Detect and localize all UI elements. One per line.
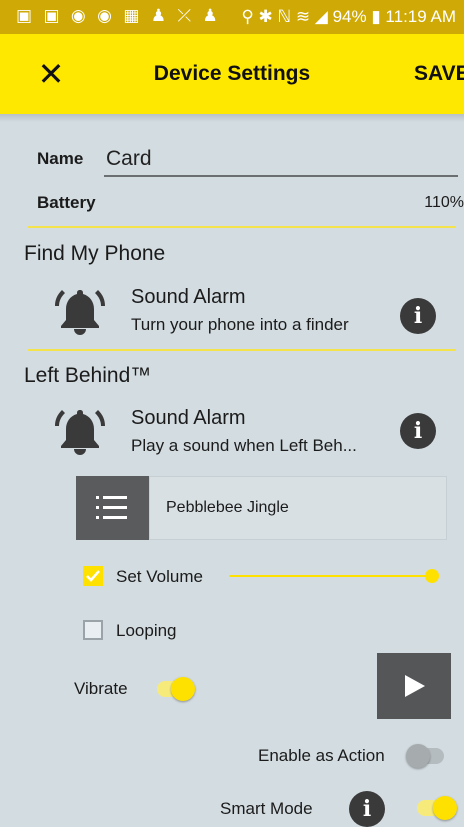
list-icon bbox=[96, 496, 127, 519]
find-phone-alarm-subtitle: Turn your phone into a finder bbox=[131, 315, 349, 334]
checkmark-icon bbox=[86, 570, 100, 582]
play-icon bbox=[405, 675, 425, 697]
looping-label: Looping bbox=[116, 621, 177, 640]
battery-label: Battery bbox=[37, 193, 96, 212]
set-volume-label: Set Volume bbox=[116, 567, 203, 586]
smart-mode-toggle-thumb[interactable] bbox=[433, 796, 457, 820]
smart-mode-label: Smart Mode bbox=[220, 799, 313, 818]
page-title: Device Settings bbox=[153, 62, 311, 85]
vibrate-label: Vibrate bbox=[74, 679, 128, 698]
bell-ringing-icon bbox=[52, 282, 108, 338]
find-phone-alarm-title: Sound Alarm bbox=[131, 286, 246, 308]
info-icon[interactable]: i bbox=[400, 298, 436, 334]
looping-checkbox[interactable] bbox=[83, 620, 103, 640]
left-behind-alarm-title: Sound Alarm bbox=[131, 407, 246, 429]
status-bar: ▣ ▣ ◉ ◉ ▦ ♟ ⤫ ♟ ⚲ ✱ ℕ ≋ ◢ 94% ▮ 11:19 AM bbox=[0, 0, 464, 34]
battery-value: 110% bbox=[424, 194, 464, 211]
name-input[interactable] bbox=[104, 143, 458, 177]
name-label: Name bbox=[37, 149, 84, 168]
left-behind-alarm-subtitle: Play a sound when Left Beh... bbox=[131, 436, 357, 455]
find-my-phone-heading: Find My Phone bbox=[24, 242, 166, 265]
volume-slider-track[interactable] bbox=[229, 575, 433, 577]
vibrate-toggle-thumb[interactable] bbox=[171, 677, 195, 701]
app-bar: ✕ Device Settings SAVE bbox=[0, 34, 464, 114]
bell-ringing-icon bbox=[52, 402, 108, 458]
left-behind-heading: Left Behind™ bbox=[24, 364, 152, 387]
volume-slider-thumb[interactable] bbox=[425, 569, 439, 583]
divider bbox=[28, 226, 456, 228]
status-indicators: ⚲ ✱ ℕ ≋ ◢ 94% ▮ 11:19 AM bbox=[241, 7, 456, 26]
notification-icons: ▣ ▣ ◉ ◉ ▦ ♟ ⤫ ♟ bbox=[16, 6, 221, 26]
set-volume-checkbox[interactable] bbox=[83, 566, 103, 586]
divider bbox=[28, 349, 456, 351]
info-icon[interactable]: i bbox=[400, 413, 436, 449]
enable-action-toggle-thumb[interactable] bbox=[406, 744, 430, 768]
save-button[interactable]: SAVE bbox=[414, 62, 464, 86]
sound-list-button[interactable] bbox=[76, 476, 149, 540]
play-button[interactable] bbox=[377, 653, 451, 719]
app-bar-shadow bbox=[0, 114, 464, 122]
info-icon[interactable]: i bbox=[349, 791, 385, 827]
sound-name: Pebblebee Jingle bbox=[166, 499, 289, 516]
enable-action-label: Enable as Action bbox=[258, 746, 385, 765]
